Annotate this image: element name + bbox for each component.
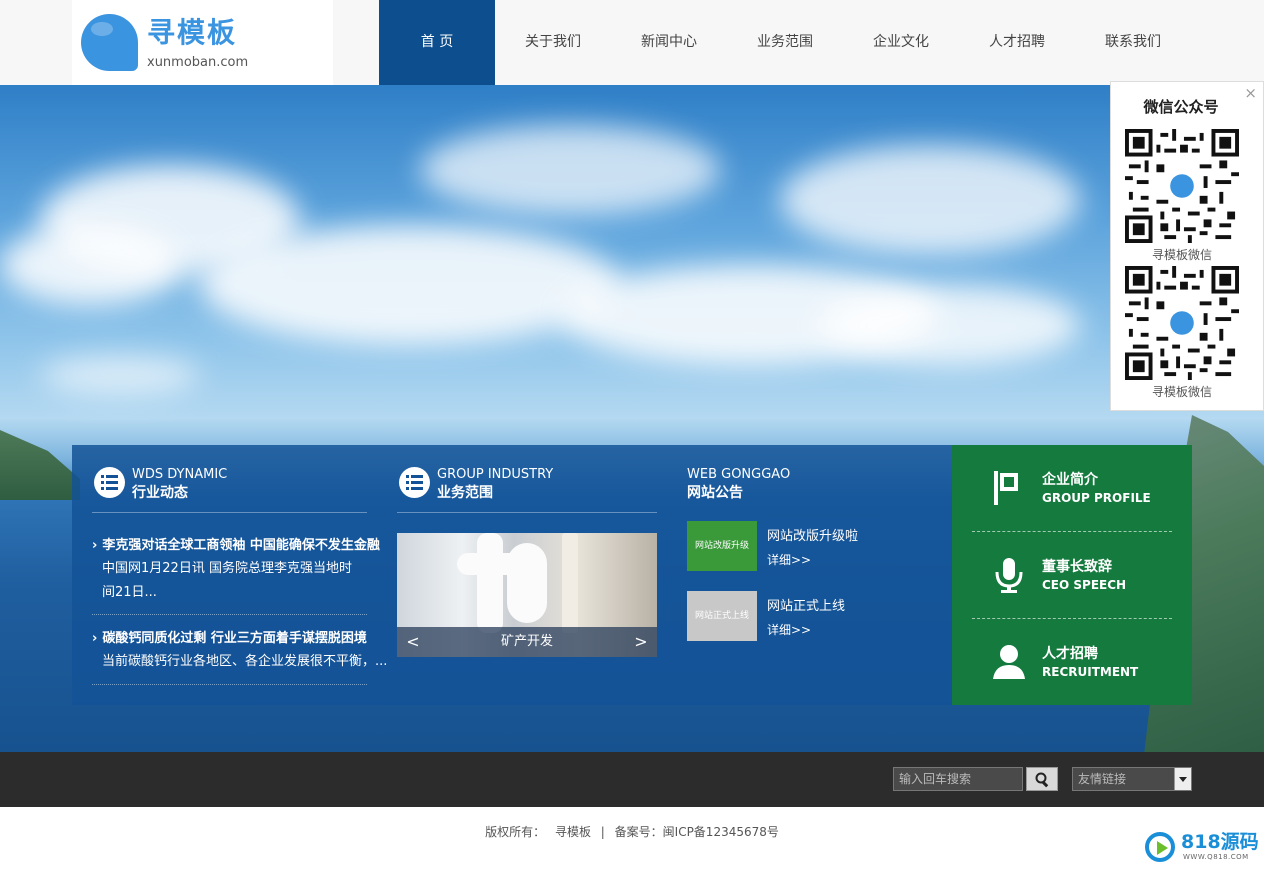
nav-recruit[interactable]: 人才招聘 (959, 0, 1075, 85)
search-icon (1035, 772, 1049, 788)
main-nav: 首 页 关于我们 新闻中心 业务范围 企业文化 人才招聘 联系我们 (379, 0, 1191, 85)
notice-item-title[interactable]: 网站改版升级啦 (767, 528, 858, 546)
wechat-title: 微信公众号 (1143, 98, 1219, 116)
industry-header: GROUP INDUSTRY 业务范围 (399, 467, 659, 507)
dynamic-header: WDS DYNAMIC 行业动态 (94, 467, 354, 507)
nav-about[interactable]: 关于我们 (495, 0, 611, 85)
dynamic-title-cn: 行业动态 (132, 485, 188, 501)
person-icon (992, 643, 1026, 681)
notice-more-link[interactable]: 详细>> (767, 552, 811, 568)
microphone-icon (992, 556, 1026, 594)
notice-header: WEB GONGGAO 网站公告 (687, 467, 927, 507)
nav-home[interactable]: 首 页 (379, 0, 495, 85)
badge-url: WWW.Q818.COM (1183, 853, 1249, 861)
slider-next-button[interactable]: > (629, 627, 653, 657)
quick-link-en: GROUP PROFILE (1042, 491, 1151, 505)
copyright-separator: | (600, 825, 605, 839)
chevron-down-icon (1174, 768, 1191, 790)
search-input[interactable] (893, 767, 1023, 791)
cloud-shape (0, 225, 180, 305)
icp-number: 备案号：闽ICP备12345678号 (614, 825, 779, 839)
notice-title-cn: 网站公告 (687, 485, 743, 501)
nav-culture[interactable]: 企业文化 (843, 0, 959, 85)
nav-contact[interactable]: 联系我们 (1075, 0, 1191, 85)
logo-text-cn: 寻模板 (147, 16, 238, 49)
quick-links-panel: 企业简介 GROUP PROFILE 董事长致辞 CEO SPEECH 人才招聘… (952, 445, 1192, 705)
select-value: 友情链接 (1078, 772, 1127, 786)
qr-code-icon (1125, 129, 1239, 243)
dynamic-title-en: WDS DYNAMIC (132, 467, 228, 482)
friend-links-select[interactable]: 友情链接 (1072, 767, 1192, 791)
news-item-title[interactable]: 李克强对话全球工商领袖 中国能确保不发生金融 (92, 537, 380, 555)
notice-more-link[interactable]: 详细>> (767, 622, 811, 638)
qr-code-icon (1125, 266, 1239, 380)
qr-label: 寻模板微信 (1151, 248, 1212, 262)
quick-link-en: RECRUITMENT (1042, 665, 1139, 679)
dotted-divider (92, 614, 367, 615)
dotted-divider (92, 684, 367, 685)
logo-bubble-icon (81, 14, 138, 71)
notice-item-title[interactable]: 网站正式上线 (767, 598, 845, 616)
watermark-badge: 818源码 WWW.Q818.COM (1143, 830, 1259, 864)
site-header: 寻模板 xunmoban.com 首 页 关于我们 新闻中心 业务范围 企业文化… (0, 0, 1264, 85)
cloud-shape (780, 145, 1080, 255)
copyright-label: 版权所有： (485, 825, 546, 839)
wechat-float-panel: × 微信公众号 寻模板微信 寻模板微信 (1110, 81, 1264, 411)
search-button[interactable] (1026, 767, 1058, 791)
industry-slider[interactable]: 矿产开发 < > (397, 533, 657, 657)
news-item-desc: 中国网1月22日讯 国务院总理李克强当地时间21日... (102, 561, 352, 600)
news-item-desc: 当前碳酸钙行业各地区、各企业发展很不平衡，... (102, 654, 388, 669)
notice-thumbnail[interactable]: 网站正式上线 (687, 591, 757, 641)
logo-text-en: xunmoban.com (147, 55, 249, 70)
industry-title-cn: 业务范围 (437, 485, 493, 501)
slider-prev-button[interactable]: < (401, 627, 425, 657)
quick-link-cn: 人才招聘 (1042, 646, 1098, 662)
cloud-shape (420, 125, 720, 215)
slide-image-pipe (457, 553, 527, 575)
news-item-title[interactable]: 碳酸钙同质化过剩 行业三方面着手谋摆脱困境 (92, 630, 367, 648)
footer-toolbar: 友情链接 (0, 752, 1264, 807)
cliff-left (0, 430, 80, 500)
copyright-owner: 寻模板 (554, 825, 591, 839)
list-icon (94, 467, 125, 498)
slide-caption: 矿产开发 (397, 627, 657, 657)
cloud-shape (40, 355, 200, 395)
nav-news[interactable]: 新闻中心 (611, 0, 727, 85)
industry-title-en: GROUP INDUSTRY (437, 467, 554, 482)
badge-text: 818源码 (1181, 831, 1259, 853)
cloud-shape (820, 285, 1080, 365)
flag-icon (992, 469, 1026, 507)
copyright-line: 版权所有： 寻模板 | 备案号：闽ICP备12345678号 (0, 807, 1264, 857)
cloud-shape (200, 225, 620, 345)
quick-link-profile[interactable]: 企业简介 GROUP PROFILE (952, 445, 1192, 531)
slide-image-pipe (562, 533, 578, 633)
quick-link-cn: 董事长致辞 (1042, 559, 1112, 575)
content-panel: WDS DYNAMIC 行业动态 李克强对话全球工商领袖 中国能确保不发生金融 … (72, 445, 952, 705)
quick-link-en: CEO SPEECH (1042, 578, 1127, 592)
nav-business[interactable]: 业务范围 (727, 0, 843, 85)
quick-link-cn: 企业简介 (1042, 472, 1098, 488)
play-logo-icon (1145, 832, 1175, 862)
slide-image-pipe (477, 533, 503, 633)
quick-link-recruitment[interactable]: 人才招聘 RECRUITMENT (952, 619, 1192, 705)
list-icon (399, 467, 430, 498)
notice-thumbnail[interactable]: 网站改版升级 (687, 521, 757, 571)
divider (92, 512, 367, 513)
divider (397, 512, 657, 513)
notice-title-en: WEB GONGGAO (687, 467, 791, 482)
qr-label: 寻模板微信 (1151, 385, 1212, 399)
site-logo[interactable]: 寻模板 xunmoban.com (72, 0, 333, 85)
quick-link-ceo-speech[interactable]: 董事长致辞 CEO SPEECH (952, 532, 1192, 618)
